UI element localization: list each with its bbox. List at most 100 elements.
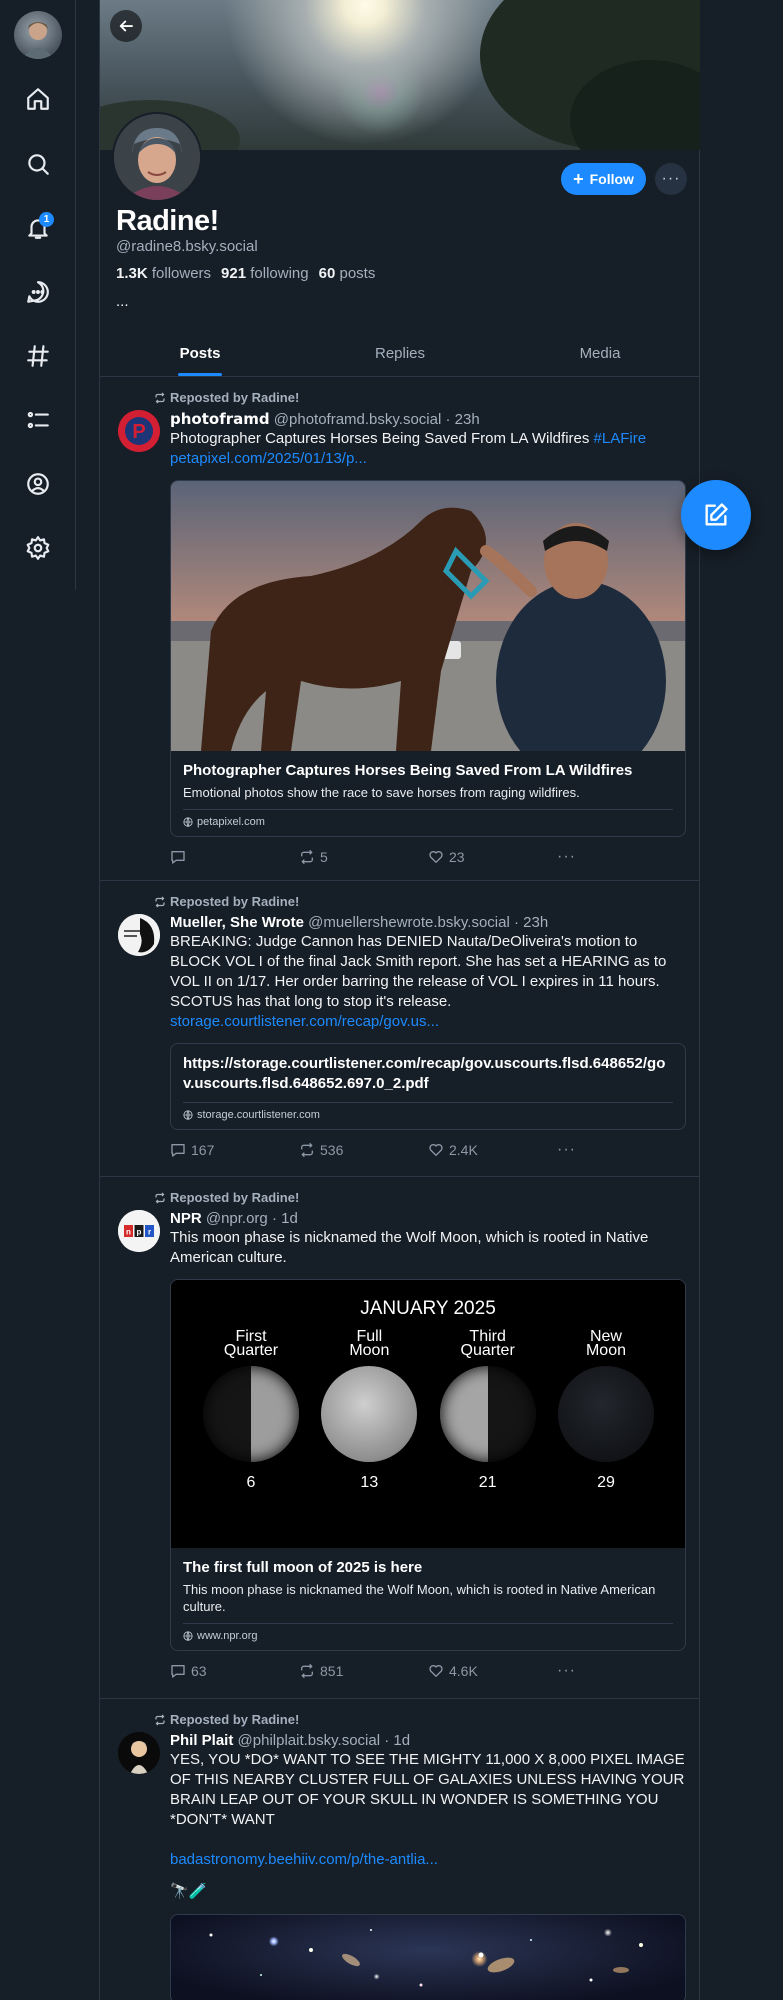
link-card-description: This moon phase is nicknamed the Wolf Mo… — [183, 1582, 656, 1614]
link-card[interactable]: https://storage.courtlistener.com/recap/… — [170, 1043, 686, 1130]
display-name: Radine! — [116, 205, 219, 237]
author-handle[interactable]: @philplait.bsky.social — [238, 1732, 381, 1749]
feed-post[interactable]: Reposted by Radine! P 𝗽𝗵𝗼𝘁𝗼𝗳𝗿𝗮𝗺𝗱 @photof… — [100, 377, 700, 881]
feed-post[interactable]: Reposted by Radine! Mueller, She Wrote @… — [100, 881, 700, 1177]
tab-replies[interactable]: Replies — [300, 330, 500, 376]
reply-icon — [171, 1665, 185, 1678]
post-text: YES, YOU *DO* WANT TO SEE THE MIGHTY 11,… — [170, 1751, 685, 1828]
link-card-domain: storage.courtlistener.com — [183, 1102, 673, 1121]
link-card-image — [171, 481, 685, 751]
moon-new-moon: New Moon 29 — [556, 1329, 656, 1492]
compose-icon — [705, 503, 728, 526]
feeds-hash-icon[interactable] — [22, 340, 54, 372]
link-card-domain: petapixel.com — [183, 809, 673, 828]
svg-text:p: p — [137, 1228, 142, 1237]
profile-handle: @radine8.bsky.social — [116, 238, 258, 255]
author-avatar[interactable]: npr — [118, 1210, 160, 1252]
post-time[interactable]: · 1d — [384, 1732, 410, 1749]
author-avatar[interactable] — [118, 1732, 160, 1774]
author-avatar[interactable]: P — [118, 410, 160, 452]
repost-indicator: Reposted by Radine! — [154, 894, 299, 909]
following-stat[interactable]: 921 following — [221, 265, 309, 282]
author-handle[interactable]: @muellershewrote.bsky.social — [308, 914, 510, 931]
link-card-title: Photographer Captures Horses Being Saved… — [183, 762, 633, 779]
link-card[interactable]: Photographer Captures Horses Being Saved… — [170, 480, 686, 837]
profile-avatar[interactable] — [112, 112, 202, 202]
settings-gear-icon[interactable] — [22, 532, 54, 564]
feed-post[interactable]: Reposted by Radine! Phil Plait @philplai… — [100, 1699, 700, 2000]
reply-icon — [171, 851, 185, 864]
repost-button[interactable]: 536 — [299, 1142, 428, 1158]
link-card-domain: www.npr.org — [183, 1623, 673, 1642]
post-more-button[interactable]: ··· — [557, 1662, 686, 1680]
repost-button[interactable]: 5 — [299, 849, 428, 865]
posts-stat: 60 posts — [318, 265, 376, 282]
post-link[interactable]: storage.courtlistener.com/recap/gov.us..… — [170, 1013, 439, 1030]
repost-icon — [301, 849, 313, 865]
author-avatar[interactable] — [118, 914, 160, 956]
post-header: Phil Plait @philplait.bsky.social · 1d — [170, 1732, 686, 1749]
globe-icon — [183, 817, 193, 827]
like-button[interactable]: 4.6K — [428, 1663, 557, 1679]
moon-first-quarter: First Quarter 6 — [201, 1329, 301, 1492]
svg-text:P: P — [132, 421, 145, 443]
post-link[interactable]: petapixel.com/2025/01/13/p... — [170, 450, 367, 467]
globe-icon — [183, 1631, 193, 1641]
post-link[interactable]: badastronomy.beehiiv.com/p/the-antlia... — [170, 1851, 438, 1868]
author-name[interactable]: 𝗽𝗵𝗼𝘁𝗼𝗳𝗿𝗮𝗺𝗱 — [170, 411, 270, 428]
author-name[interactable]: NPR — [170, 1210, 202, 1227]
repost-icon — [301, 1663, 313, 1679]
globe-icon — [183, 1110, 193, 1120]
post-more-button[interactable]: ··· — [557, 848, 686, 866]
reply-button[interactable]: 63 — [170, 1663, 299, 1679]
reply-button[interactable]: 167 — [170, 1142, 299, 1158]
feed-post[interactable]: Reposted by Radine! npr NPR @npr.org · 1… — [100, 1177, 700, 1699]
reply-icon — [171, 1144, 185, 1157]
search-icon[interactable] — [22, 148, 54, 180]
post-text: This moon phase is nicknamed the Wolf Mo… — [170, 1229, 649, 1266]
post-text: Photographer Captures Horses Being Saved… — [170, 430, 647, 447]
svg-text:r: r — [148, 1228, 151, 1237]
like-button[interactable]: 23 — [428, 849, 557, 865]
profile-icon[interactable] — [22, 468, 54, 500]
lists-icon[interactable] — [22, 404, 54, 436]
main-column: + Follow ··· Radine! @radine8.bsky.socia… — [99, 0, 700, 2000]
post-more-button[interactable]: ··· — [557, 1141, 686, 1159]
repost-button[interactable]: 851 — [299, 1663, 428, 1679]
post-time[interactable]: · 1d — [272, 1210, 298, 1227]
follow-button[interactable]: + Follow — [561, 163, 646, 195]
tab-media[interactable]: Media — [500, 330, 700, 376]
link-card-title: The first full moon of 2025 is here — [183, 1559, 423, 1576]
author-name[interactable]: Mueller, She Wrote — [170, 914, 304, 931]
tab-posts[interactable]: Posts — [100, 330, 300, 376]
plus-icon: + — [573, 169, 584, 189]
post-header: 𝗽𝗵𝗼𝘁𝗼𝗳𝗿𝗮𝗺𝗱 @photoframd.bsky.social · 23h — [170, 410, 686, 428]
compose-post-button[interactable] — [681, 480, 751, 550]
like-button[interactable]: 2.4K — [428, 1142, 557, 1158]
author-handle[interactable]: @photoframd.bsky.social — [274, 411, 442, 428]
post-time[interactable]: · 23h — [445, 411, 479, 428]
notifications-icon[interactable]: 1 — [22, 212, 54, 244]
heart-icon — [429, 1665, 443, 1677]
profile-more-button[interactable]: ··· — [655, 163, 687, 195]
home-icon[interactable] — [22, 83, 54, 115]
followers-stat[interactable]: 1.3K followers — [116, 265, 211, 282]
repost-icon — [155, 392, 165, 403]
left-nav-rail: 1 — [0, 0, 76, 590]
reply-button[interactable] — [170, 849, 299, 865]
back-button[interactable] — [110, 10, 142, 42]
repost-icon — [155, 1192, 165, 1203]
svg-text:n: n — [126, 1228, 131, 1237]
author-handle[interactable]: @npr.org — [206, 1210, 268, 1227]
repost-indicator: Reposted by Radine! — [154, 1712, 299, 1727]
galaxy-cluster-image[interactable] — [170, 1914, 686, 2000]
notifications-badge: 1 — [39, 212, 54, 227]
chat-icon[interactable] — [22, 276, 54, 308]
heart-icon — [429, 851, 443, 863]
my-avatar[interactable] — [14, 11, 62, 59]
post-time[interactable]: · 23h — [514, 914, 548, 931]
follow-label: Follow — [589, 171, 634, 187]
author-name[interactable]: Phil Plait — [170, 1732, 233, 1749]
hashtag-link[interactable]: #LAFire — [594, 430, 647, 447]
link-card[interactable]: JANUARY 2025 First Quarter 6 Full Moon 13 — [170, 1279, 686, 1651]
